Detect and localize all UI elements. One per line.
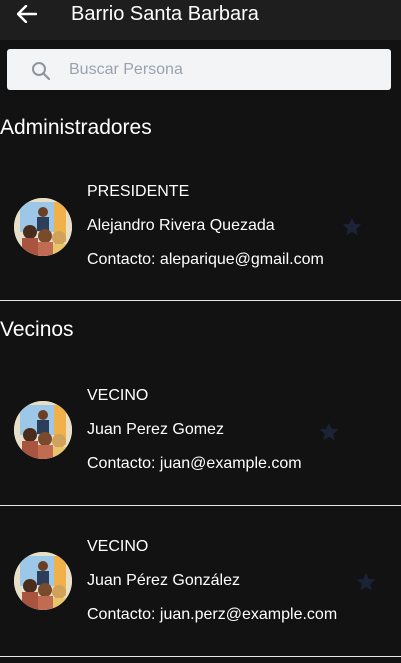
- person-role: PRESIDENTE: [87, 183, 190, 200]
- person-name: Alejandro Rivera Quezada: [87, 217, 275, 234]
- person-card-2[interactable]: VECINO Juan Pérez González Contacto: jua…: [0, 506, 401, 656]
- search-bar[interactable]: [7, 49, 391, 90]
- person-role: VECINO: [87, 538, 149, 555]
- star-icon[interactable]: [318, 421, 340, 443]
- person-contact: Contacto: juan@example.com: [87, 455, 302, 472]
- person-contact: Contacto: aleparique@gmail.com: [87, 251, 324, 268]
- person-name: Juan Perez Gomez: [87, 421, 224, 438]
- divider: [0, 300, 401, 301]
- star-icon[interactable]: [341, 216, 363, 238]
- back-button[interactable]: [12, 2, 42, 26]
- avatar: [14, 401, 72, 459]
- search-input[interactable]: [69, 49, 379, 90]
- page-title: Barrio Santa Barbara: [71, 3, 259, 25]
- divider: [0, 656, 401, 657]
- person-card-1[interactable]: VECINO Juan Perez Gomez Contacto: juan@e…: [0, 370, 401, 504]
- star-icon[interactable]: [355, 571, 377, 593]
- avatar: [14, 552, 72, 610]
- section-title-admins: Administradores: [0, 116, 152, 139]
- person-card-0[interactable]: PRESIDENTE Alejandro Rivera Quezada Cont…: [0, 168, 401, 300]
- person-contact: Contacto: juan.perz@example.com: [87, 606, 338, 623]
- section-title-neighbors: Vecinos: [0, 318, 74, 341]
- arrow-left-icon: [17, 5, 37, 23]
- search-icon: [32, 62, 51, 81]
- app-bar: Barrio Santa Barbara: [0, 0, 401, 40]
- avatar: [14, 198, 72, 256]
- person-name: Juan Pérez González: [87, 572, 240, 589]
- person-role: VECINO: [87, 387, 149, 404]
